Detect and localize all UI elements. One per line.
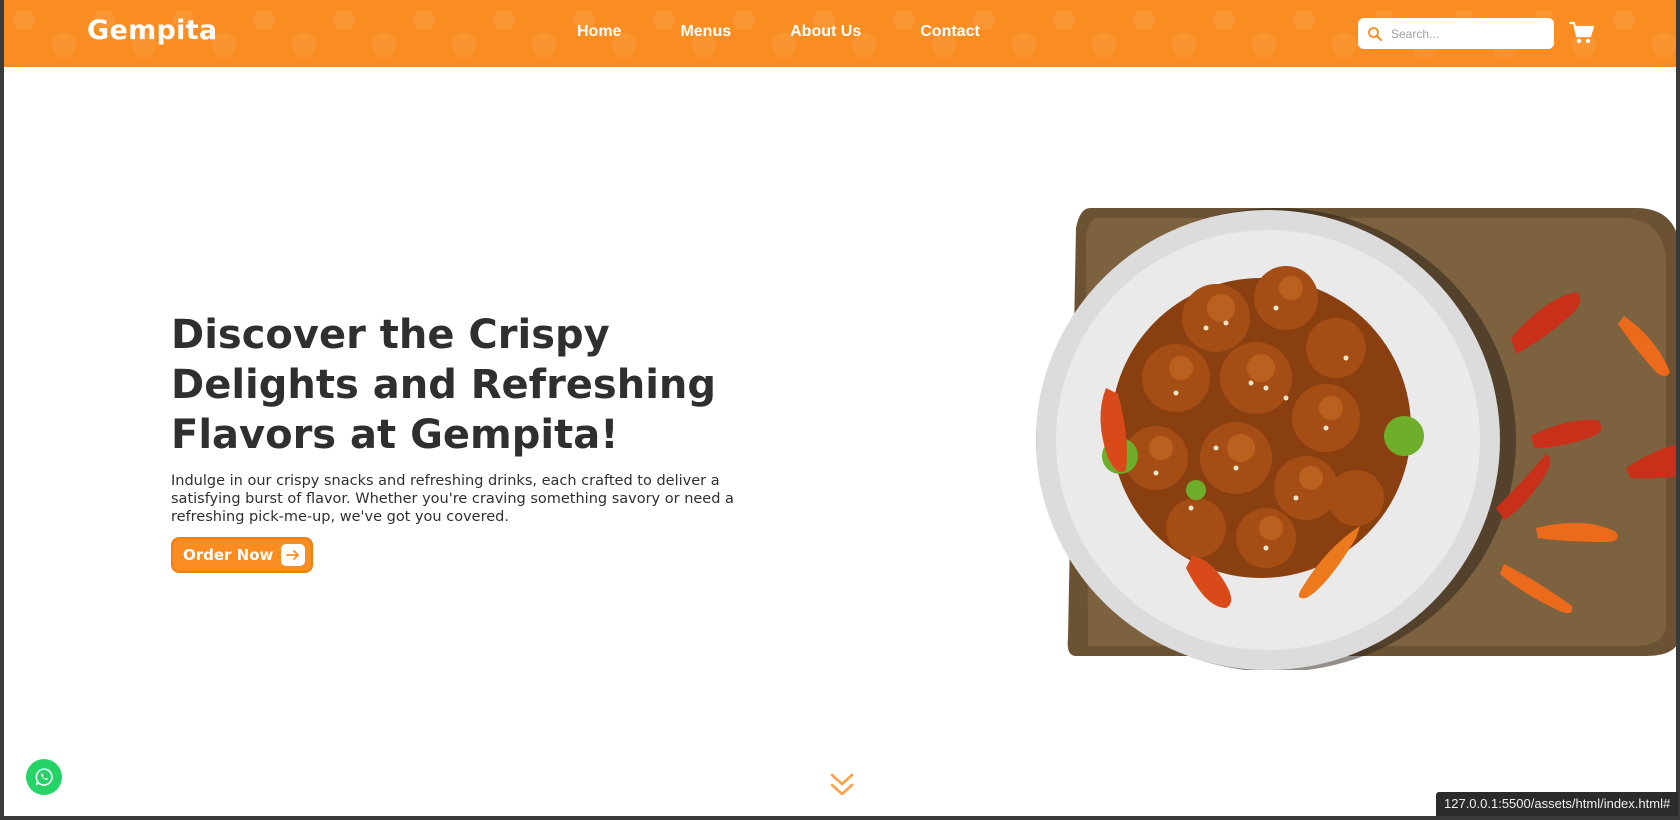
hero-title-line-1: Discover the Crispy [171, 312, 610, 358]
browser-viewport: Gempita Home Menus About Us Contact Disc… [4, 0, 1676, 816]
search-icon [1368, 26, 1382, 41]
whatsapp-button[interactable] [26, 759, 62, 795]
nav-link-contact[interactable]: Contact [920, 23, 980, 41]
search-input[interactable] [1389, 25, 1553, 42]
search-box[interactable] [1358, 18, 1554, 49]
hero-title-line-2: Delights and Refreshing [171, 362, 717, 408]
nav-links: Home Menus About Us Contact [577, 23, 980, 41]
nav-link-menus[interactable]: Menus [680, 23, 731, 41]
hero-food-image [1036, 208, 1676, 670]
order-now-label: Order Now [183, 546, 274, 564]
chevron-double-down-icon[interactable] [830, 772, 854, 798]
arrow-right-icon [281, 544, 305, 566]
hero-title-line-3: Flavors at [171, 412, 411, 458]
whatsapp-icon [35, 768, 53, 786]
nav-link-home[interactable]: Home [577, 23, 621, 41]
hero-title-brand: Gempita! [410, 412, 619, 458]
logo[interactable]: Gempita [87, 15, 217, 46]
cart-icon[interactable] [1569, 21, 1595, 45]
order-now-button[interactable]: Order Now [171, 537, 313, 573]
hero-description: Indulge in our crispy snacks and refresh… [171, 473, 734, 525]
status-bar-url: 127.0.0.1:5500/assets/html/index.html# [1436, 792, 1679, 816]
nav-link-about-us[interactable]: About Us [790, 23, 861, 41]
navbar: Gempita Home Menus About Us Contact [4, 0, 1676, 67]
hero-title: Discover the Crispy Delights and Refresh… [171, 310, 771, 460]
